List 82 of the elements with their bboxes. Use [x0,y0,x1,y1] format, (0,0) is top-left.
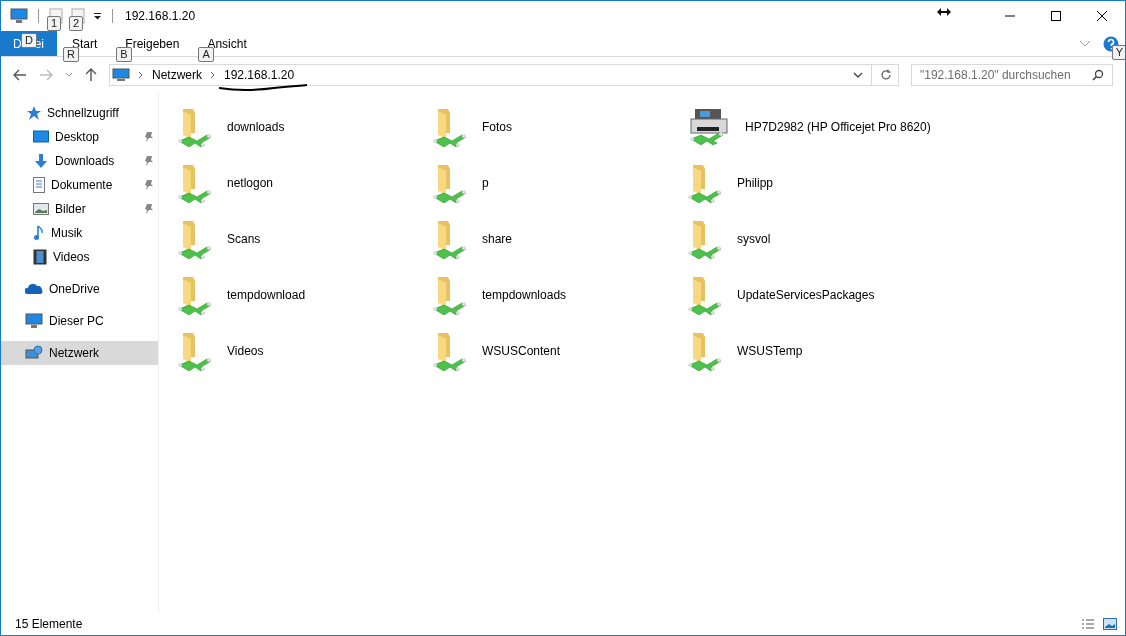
search-field[interactable]: "192.168.1.20" durchsuchen [911,64,1113,86]
item-count: 15 Elemente [15,617,83,631]
chevron-down-icon[interactable] [853,71,863,79]
shared-folder-icon [177,219,213,259]
shared-folder-icon [432,275,468,315]
search-icon [1092,69,1104,81]
resize-cursor-icon [937,8,951,16]
sidebar-item[interactable]: Dokumente [1,173,158,197]
file-item[interactable]: tempdownloads [432,267,687,323]
keytip: Y [1111,45,1125,60]
cloud-icon [25,283,43,295]
window-title: 192.168.1.20 [125,9,196,23]
chevron-right-icon[interactable] [210,71,216,79]
keytip: R [63,47,79,62]
file-item[interactable]: Videos [177,323,432,379]
breadcrumb[interactable]: Netzwerk [152,68,202,82]
keytip: A [198,47,214,62]
file-item[interactable]: WSUSContent [432,323,687,379]
refresh-icon[interactable] [880,69,892,81]
breadcrumb[interactable]: 192.168.1.20 [224,68,295,82]
desktop-icon [33,130,49,144]
shared-folder-icon [432,107,468,147]
pin-icon[interactable] [144,203,154,215]
network-icon [25,345,43,361]
file-item[interactable]: p [432,155,687,211]
sidebar-item[interactable]: Bilder [1,197,158,221]
shared-folder-icon [432,163,468,203]
file-item[interactable]: Scans [177,211,432,267]
file-item[interactable]: UpdateServicesPackages [687,267,1125,323]
keytip: D [21,33,37,48]
sidebar-item[interactable]: Videos [1,245,158,269]
sidebar-item[interactable]: Desktop [1,125,158,149]
computer-icon [112,68,130,82]
file-item[interactable]: netlogon [177,155,432,211]
pin-icon[interactable] [144,155,154,167]
shared-folder-icon [177,107,213,147]
file-item[interactable]: Philipp [687,155,1125,211]
shared-folder-icon [432,331,468,371]
image-icon [33,203,49,215]
printer-icon [687,107,731,147]
chevron-right-icon[interactable] [138,71,144,79]
star-icon [25,105,41,121]
large-icons-view-icon[interactable] [1103,618,1117,630]
sidebar-item[interactable]: Musik [1,221,158,245]
file-item[interactable]: sysvol [687,211,1125,267]
sidebar-item[interactable]: Schnellzugriff [1,101,158,125]
shared-folder-icon [687,331,723,371]
keytip: 1 [47,16,62,31]
shared-folder-icon [687,275,723,315]
shared-folder-icon [177,331,213,371]
file-item[interactable]: downloads [177,99,432,155]
details-view-icon[interactable] [1081,618,1095,630]
keytip: 2 [69,16,84,31]
sidebar-item[interactable]: OneDrive [1,277,158,301]
file-item[interactable]: WSUSTemp [687,323,1125,379]
up-arrow-icon[interactable] [85,68,97,82]
sidebar-item[interactable]: Downloads [1,149,158,173]
keytip: B [116,47,132,62]
dropdown-icon[interactable] [93,12,102,20]
pin-icon[interactable] [144,179,154,191]
sidebar-item[interactable]: Netzwerk [1,341,158,365]
computer-icon [25,313,43,329]
document-icon [33,177,45,193]
shared-folder-icon [687,163,723,203]
address-bar[interactable]: Netzwerk 192.168.1.20 [109,64,899,86]
download-icon [33,153,49,169]
file-item[interactable]: tempdownload [177,267,432,323]
shared-folder-icon [177,275,213,315]
close-icon [1096,10,1108,22]
back-arrow-icon[interactable] [13,69,27,81]
file-item[interactable]: HP7D2982 (HP Officejet Pro 8620) [687,99,1125,155]
shared-folder-icon [687,219,723,259]
film-icon [33,249,47,265]
sidebar-item[interactable]: Dieser PC [1,309,158,333]
file-item[interactable]: Fotos [432,99,687,155]
music-note-icon [33,225,45,241]
shared-folder-icon [177,163,213,203]
computer-icon[interactable] [10,8,28,24]
maximize-icon [1050,10,1062,22]
pin-icon[interactable] [144,131,154,143]
shared-folder-icon [432,219,468,259]
file-item[interactable]: share [432,211,687,267]
